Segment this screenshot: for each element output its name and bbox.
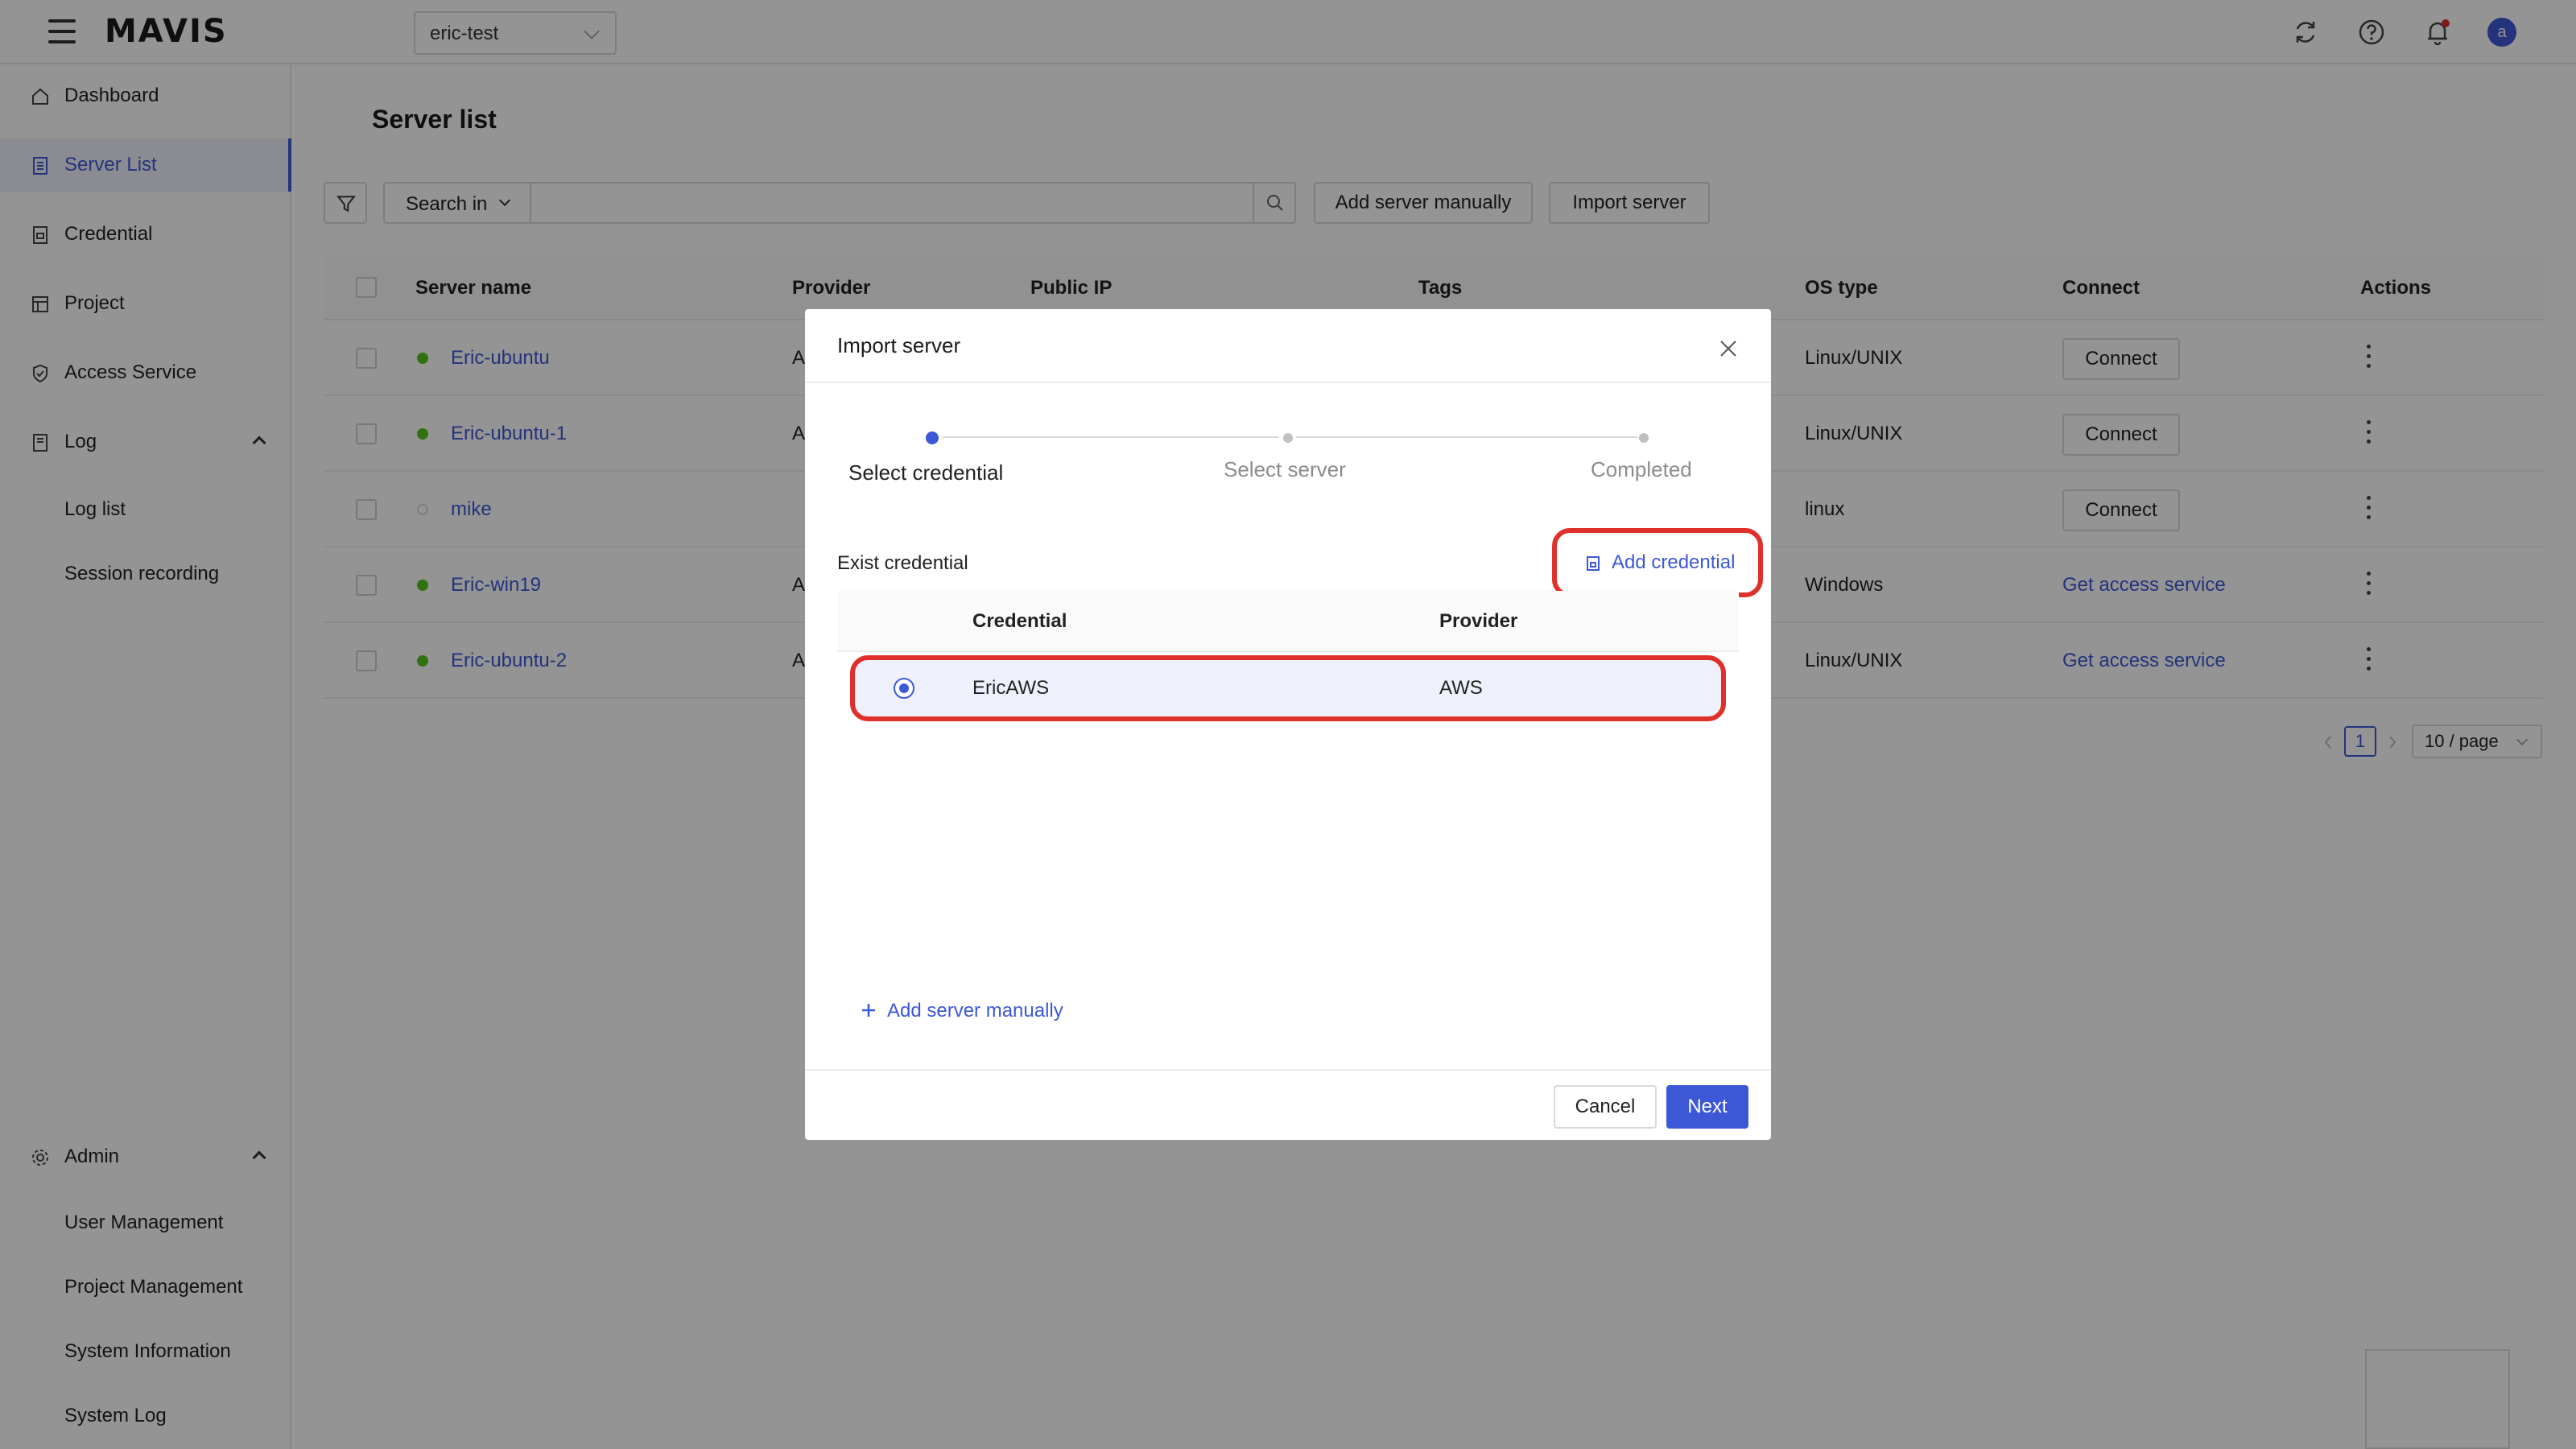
modal-title: Import server [837,333,961,357]
credential-row[interactable]: EricAWS AWS [850,655,1726,721]
step-dot-current [926,431,939,444]
step-label-select-credential: Select credential [848,460,1004,485]
step-label-select-server: Select server [1224,457,1346,481]
step-connector [942,436,1278,438]
modal-header: Import server [805,309,1771,383]
next-button[interactable]: Next [1666,1085,1748,1129]
import-server-modal: Import server Select credential Select s… [805,309,1771,1140]
cancel-button[interactable]: Cancel [1554,1085,1657,1129]
credential-icon [1587,556,1600,571]
add-server-manually-label: Add server manually [887,1000,1063,1022]
close-icon[interactable] [1718,338,1739,359]
stepper: Select credential Select server Complete… [805,422,1771,486]
credential-provider: AWS [1439,677,1483,699]
column-header: Provider [1439,610,1518,632]
credential-table-header: Credential Provider [837,591,1739,652]
section-label: Exist credential [837,552,968,574]
column-header: Credential [972,610,1067,632]
step-connector [1296,436,1637,438]
step-dot [1639,433,1649,443]
modal-footer: Cancel Next [805,1069,1771,1140]
add-credential-label: Add credential [1612,551,1736,573]
step-label-completed: Completed [1591,457,1692,481]
step-dot [1283,433,1293,443]
credential-radio[interactable] [894,678,914,699]
credential-name: EricAWS [972,677,1050,699]
plus-icon [862,1004,875,1017]
add-credential-button[interactable]: Add credential [1552,528,1763,597]
add-server-manually-link[interactable]: Add server manually [860,1000,1063,1022]
